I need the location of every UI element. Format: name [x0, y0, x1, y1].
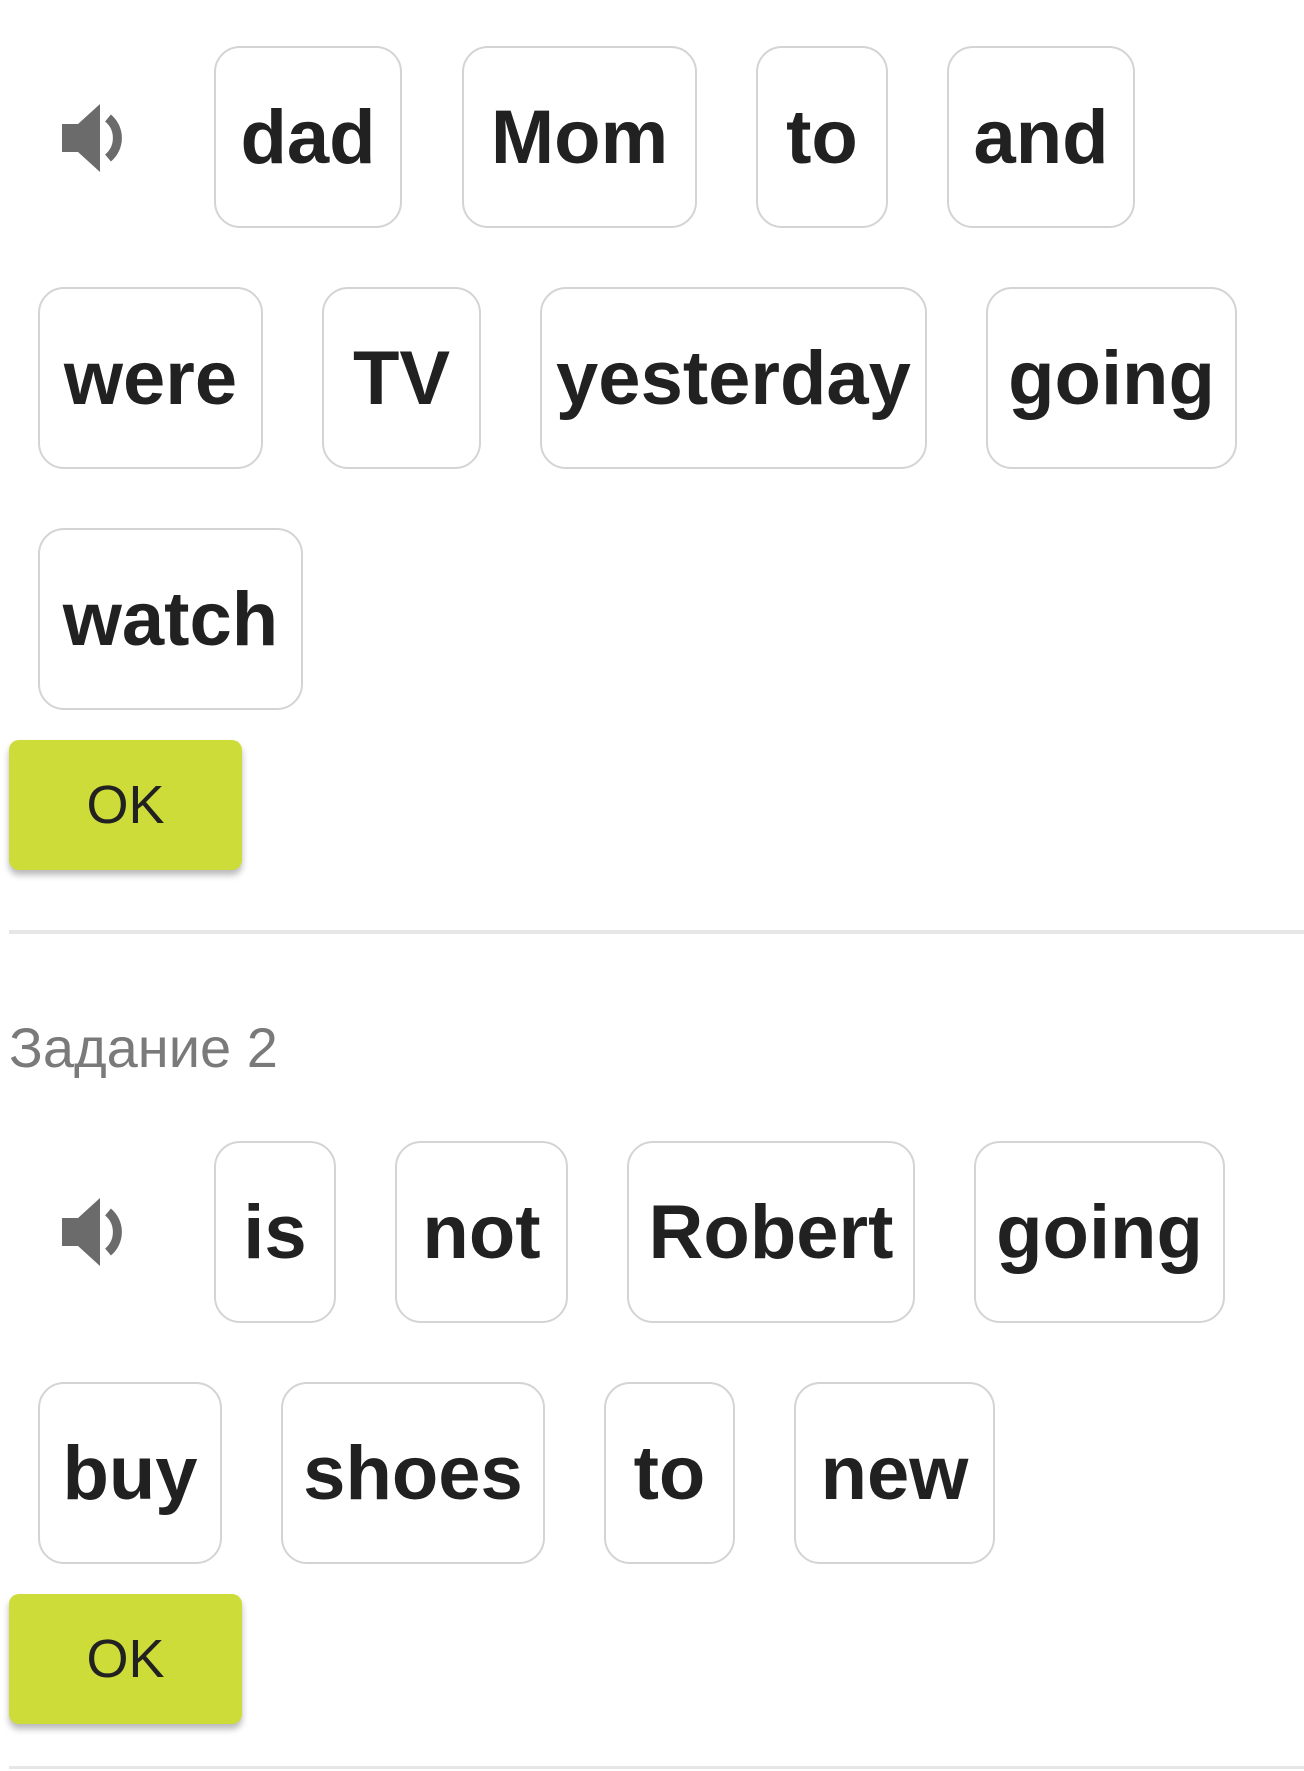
- word-chip[interactable]: buy: [38, 1382, 222, 1564]
- task1-speaker-button[interactable]: [60, 100, 136, 176]
- speaker-volume-icon: [62, 1198, 122, 1266]
- word-chip[interactable]: and: [947, 46, 1135, 228]
- word-chip[interactable]: going: [986, 287, 1237, 469]
- word-chip[interactable]: Robert: [627, 1141, 915, 1323]
- task1-ok-button[interactable]: OK: [9, 740, 242, 870]
- speaker-volume-icon: [62, 104, 122, 172]
- section-divider: [9, 1766, 1304, 1769]
- word-chip[interactable]: not: [395, 1141, 568, 1323]
- word-chip[interactable]: were: [38, 287, 263, 469]
- word-chip[interactable]: is: [214, 1141, 336, 1323]
- word-chip[interactable]: shoes: [281, 1382, 545, 1564]
- word-chip[interactable]: to: [756, 46, 888, 228]
- word-chip[interactable]: watch: [38, 528, 303, 710]
- word-chip[interactable]: TV: [322, 287, 481, 469]
- word-chip[interactable]: going: [974, 1141, 1225, 1323]
- word-chip[interactable]: dad: [214, 46, 402, 228]
- section-divider: [9, 930, 1304, 934]
- word-chip[interactable]: Mom: [462, 46, 697, 228]
- task2-ok-button[interactable]: OK: [9, 1594, 242, 1724]
- word-chip[interactable]: new: [794, 1382, 995, 1564]
- task2-speaker-button[interactable]: [60, 1194, 136, 1270]
- word-chip[interactable]: to: [604, 1382, 735, 1564]
- word-chip[interactable]: yesterday: [540, 287, 927, 469]
- task2-title: Задание 2: [9, 1016, 278, 1079]
